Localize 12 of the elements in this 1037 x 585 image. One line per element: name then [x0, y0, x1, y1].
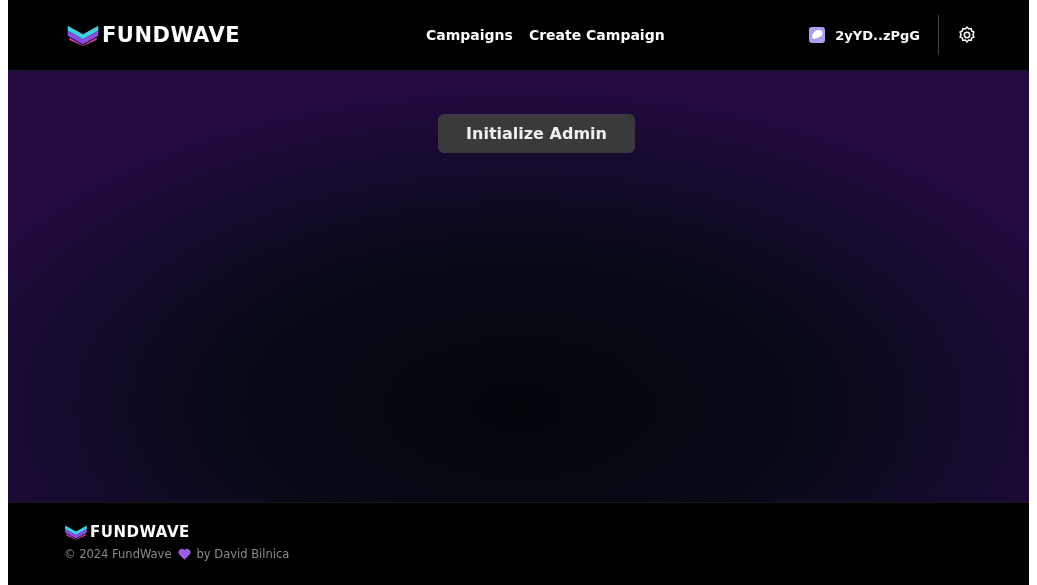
wave-logo-icon [66, 23, 100, 47]
initialize-admin-button[interactable]: Initialize Admin [438, 114, 635, 153]
wallet-button[interactable]: 2yYD..zPgG [809, 23, 920, 47]
heart-icon [177, 548, 191, 560]
brand-name[interactable]: FUNDWAVE [102, 23, 241, 47]
nav-link[interactable]: Create Campaign [528, 27, 665, 43]
nav-link[interactable]: Campaigns [426, 27, 513, 43]
wave-logo-icon [64, 524, 88, 540]
settings-icon[interactable] [957, 25, 977, 45]
credit-text: by David Bilnica [196, 547, 290, 561]
brand-name: FUNDWAVE [90, 523, 190, 541]
copyright-text: © 2024 FundWave [64, 547, 172, 561]
